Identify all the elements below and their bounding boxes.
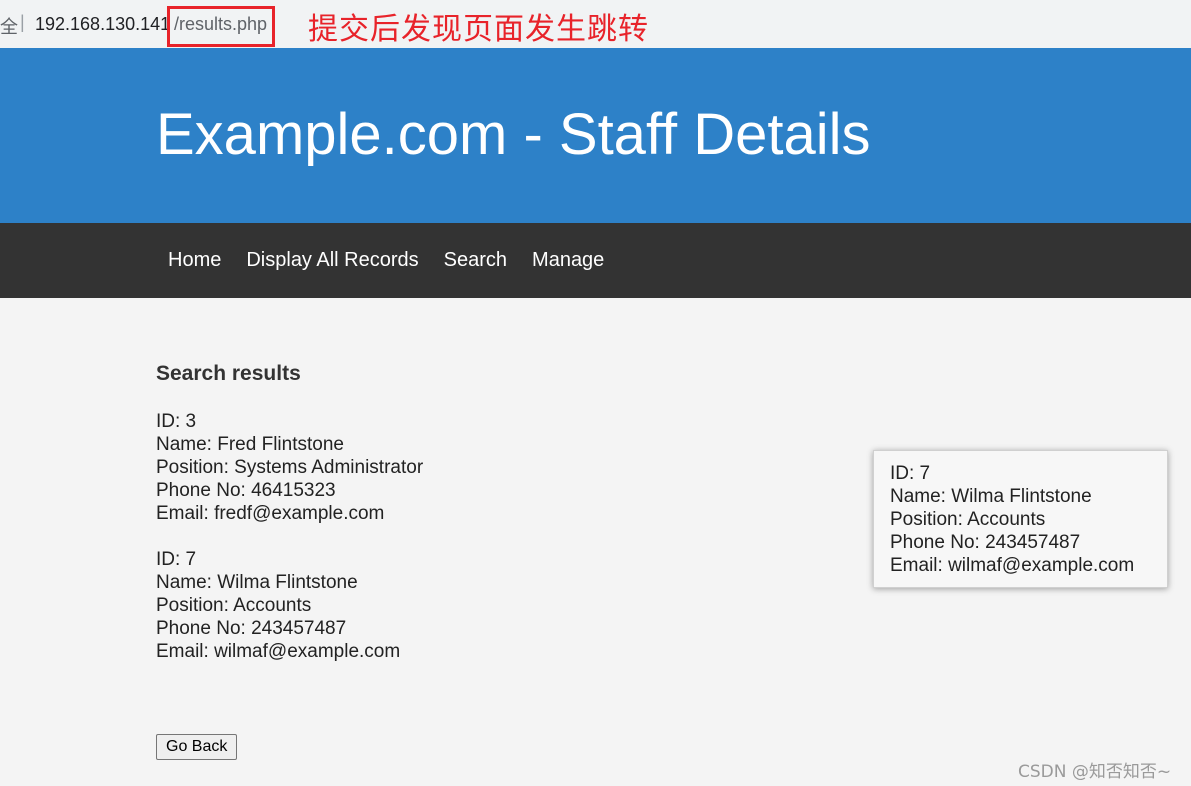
record-popup: ID: 7 Name: Wilma Flintstone Position: A… (873, 450, 1168, 588)
go-back-button[interactable]: Go Back (156, 734, 238, 760)
results-section: Search results ID: 3 Name: Fred Flintsto… (156, 360, 756, 686)
record-position: Position: Systems Administrator (156, 457, 424, 478)
popup-position: Position: Accounts (890, 509, 1046, 530)
watermark: CSDN @知否知否~ (1018, 762, 1172, 782)
record-email: Email: fredf@example.com (156, 503, 385, 524)
address-separator: | (20, 12, 25, 32)
record-name: Name: Wilma Flintstone (156, 572, 358, 593)
url-host[interactable]: 192.168.130.141 (35, 14, 170, 35)
security-label[interactable]: 全 (0, 13, 18, 39)
popup-name: Name: Wilma Flintstone (890, 486, 1092, 507)
popup-email: Email: wilmaf@example.com (890, 555, 1135, 576)
results-heading: Search results (156, 362, 301, 385)
record-name: Name: Fred Flintstone (156, 434, 344, 455)
record-item: ID: 3 Name: Fred Flintstone Position: Sy… (156, 410, 756, 525)
record-email: Email: wilmaf@example.com (156, 641, 401, 662)
record-position: Position: Accounts (156, 595, 312, 616)
page-title: Example.com - Staff Details (156, 102, 871, 167)
popup-id: ID: 7 (890, 463, 931, 484)
popup-phone: Phone No: 243457487 (890, 532, 1081, 553)
main-nav: Home Display All Records Search Manage (0, 223, 1191, 298)
record-item: ID: 7 Name: Wilma Flintstone Position: A… (156, 548, 756, 663)
address-bar[interactable]: 全 | 192.168.130.141 /results.php 提交后发现页面… (0, 0, 1191, 48)
annotation-text: 提交后发现页面发生跳转 (308, 12, 649, 47)
record-id: ID: 3 (156, 411, 197, 432)
record-id: ID: 7 (156, 549, 197, 570)
url-highlight-box (167, 6, 275, 47)
nav-item-display-all-records[interactable]: Display All Records (246, 248, 418, 272)
site-header: Example.com - Staff Details (0, 48, 1191, 223)
nav-item-search[interactable]: Search (444, 248, 507, 272)
nav-item-manage[interactable]: Manage (532, 248, 604, 272)
nav-item-home[interactable]: Home (168, 248, 221, 272)
record-phone: Phone No: 46415323 (156, 480, 336, 501)
record-phone: Phone No: 243457487 (156, 618, 347, 639)
